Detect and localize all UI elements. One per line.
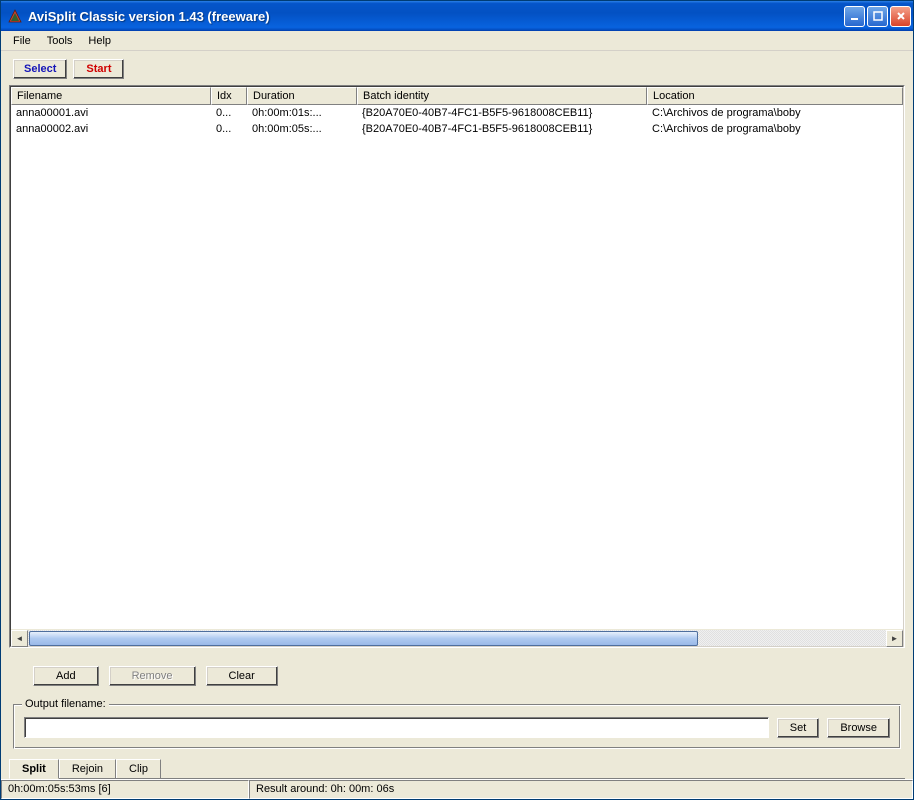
scroll-left-button[interactable]: ◄: [11, 630, 28, 647]
add-button[interactable]: Add: [33, 666, 99, 686]
clear-button[interactable]: Clear: [206, 666, 278, 686]
cell-location: C:\Archivos de programa\boby: [647, 123, 903, 135]
column-idx[interactable]: Idx: [211, 87, 247, 105]
output-filename-group: Output filename: Set Browse: [13, 704, 901, 749]
column-headers: Filename Idx Duration Batch identity Loc…: [11, 87, 903, 105]
statusbar: 0h:00m:05s:53ms [6] Result around: 0h: 0…: [1, 779, 913, 799]
cell-filename: anna00002.avi: [11, 123, 211, 135]
main-window: AviSplit Classic version 1.43 (freeware)…: [0, 0, 914, 800]
scroll-right-button[interactable]: ►: [886, 630, 903, 647]
cell-duration: 0h:00m:01s:...: [247, 107, 357, 119]
file-list: Filename Idx Duration Batch identity Loc…: [9, 85, 905, 648]
close-button[interactable]: [890, 6, 911, 27]
titlebar: AviSplit Classic version 1.43 (freeware): [1, 1, 913, 31]
cell-filename: anna00001.avi: [11, 107, 211, 119]
horizontal-scrollbar: ◄ ►: [11, 629, 903, 646]
column-batch[interactable]: Batch identity: [357, 87, 647, 105]
scroll-track[interactable]: [28, 630, 886, 646]
window-title: AviSplit Classic version 1.43 (freeware): [28, 9, 844, 24]
tab-clip[interactable]: Clip: [116, 759, 161, 778]
maximize-button[interactable]: [867, 6, 888, 27]
browse-button[interactable]: Browse: [827, 718, 890, 738]
table-row[interactable]: anna00002.avi0...0h:00m:05s:...{B20A70E0…: [11, 121, 903, 137]
column-location[interactable]: Location: [647, 87, 903, 105]
status-result: Result around: 0h: 00m: 06s: [249, 780, 913, 799]
list-body[interactable]: anna00001.avi0...0h:00m:01s:...{B20A70E0…: [11, 105, 903, 629]
select-button[interactable]: Select: [13, 59, 67, 79]
output-legend: Output filename:: [22, 698, 109, 710]
list-button-row: Add Remove Clear: [9, 648, 905, 704]
table-row[interactable]: anna00001.avi0...0h:00m:01s:...{B20A70E0…: [11, 105, 903, 121]
cell-batch: {B20A70E0-40B7-4FC1-B5F5-9618008CEB11}: [357, 123, 647, 135]
cell-idx: 0...: [211, 123, 247, 135]
minimize-button[interactable]: [844, 6, 865, 27]
column-duration[interactable]: Duration: [247, 87, 357, 105]
status-time: 0h:00m:05s:53ms [6]: [1, 780, 249, 799]
cell-location: C:\Archivos de programa\boby: [647, 107, 903, 119]
window-controls: [844, 6, 911, 27]
start-button[interactable]: Start: [73, 59, 124, 79]
top-button-row: Select Start: [9, 59, 905, 79]
cell-batch: {B20A70E0-40B7-4FC1-B5F5-9618008CEB11}: [357, 107, 647, 119]
cell-idx: 0...: [211, 107, 247, 119]
scroll-thumb[interactable]: [29, 631, 698, 646]
mode-tabs: Split Rejoin Clip: [9, 757, 905, 779]
app-icon: [7, 8, 23, 24]
cell-duration: 0h:00m:05s:...: [247, 123, 357, 135]
menu-help[interactable]: Help: [80, 33, 119, 49]
output-filename-input[interactable]: [24, 717, 769, 738]
column-filename[interactable]: Filename: [11, 87, 211, 105]
menu-file[interactable]: File: [5, 33, 39, 49]
menubar: File Tools Help: [1, 31, 913, 51]
client-area: Select Start Filename Idx Duration Batch…: [1, 51, 913, 779]
menu-tools[interactable]: Tools: [39, 33, 81, 49]
tab-split[interactable]: Split: [9, 759, 59, 779]
set-button[interactable]: Set: [777, 718, 820, 738]
tab-rejoin[interactable]: Rejoin: [59, 759, 116, 778]
remove-button: Remove: [109, 666, 196, 686]
